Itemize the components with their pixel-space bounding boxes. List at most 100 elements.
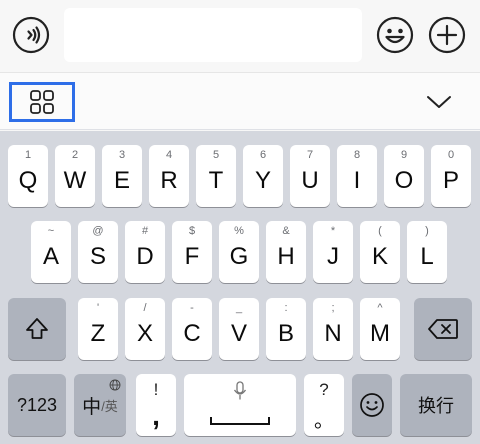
key-j[interactable]: * J [313, 221, 353, 283]
key-hint: / [143, 302, 147, 314]
microphone-icon [233, 381, 247, 400]
keyboard-toolbar [0, 72, 480, 130]
key-letter: P [442, 167, 459, 194]
key-h[interactable]: & H [266, 221, 306, 283]
key-g[interactable]: % G [219, 221, 259, 283]
key-m[interactable]: ^ M [360, 298, 400, 360]
key-r[interactable]: 4R [149, 145, 189, 207]
key-letter: L [420, 243, 434, 270]
key-hint: 6 [259, 149, 267, 161]
punct2-top-label: ? [319, 380, 329, 399]
key-letter: B [277, 320, 294, 347]
key-e[interactable]: 3E [102, 145, 142, 207]
punctuation-key[interactable]: ! , [136, 374, 176, 436]
emoji-button[interactable] [376, 16, 414, 54]
key-letter: E [113, 167, 130, 194]
key-letter: W [63, 167, 87, 194]
key-letter: M [370, 320, 390, 347]
plus-button[interactable] [428, 16, 466, 54]
key-l[interactable]: ) L [407, 221, 447, 283]
backspace-key[interactable] [414, 298, 472, 360]
shift-key[interactable] [8, 298, 66, 360]
key-hint: 9 [400, 149, 408, 161]
key-hint: $ [188, 225, 196, 237]
key-v[interactable]: _ V [219, 298, 259, 360]
input-bar [0, 0, 480, 72]
key-letter: V [230, 320, 247, 347]
key-letter: X [136, 320, 153, 347]
key-hint: ~ [47, 225, 55, 237]
key-u[interactable]: 7U [290, 145, 330, 207]
language-switch-key[interactable]: 中/英 [74, 374, 126, 436]
key-letter: I [353, 167, 361, 194]
key-hint: @ [92, 225, 104, 237]
key-hint: - [190, 302, 194, 314]
key-hint: & [282, 225, 290, 237]
key-b[interactable]: :B [266, 298, 306, 360]
message-input[interactable] [64, 8, 362, 62]
collapse-keyboard-button[interactable] [422, 89, 456, 115]
key-letter: Y [254, 167, 271, 194]
punct2-bottom-label: 。 [314, 410, 334, 432]
key-hint: 7 [306, 149, 314, 161]
keyboard: 1Q 2W 3E 4R 5T 6Y 7U 8I 9O 0P ~ A @ S # D $… [0, 131, 480, 444]
space-key[interactable] [184, 374, 296, 436]
plus-icon [428, 16, 466, 54]
key-p[interactable]: 0P [431, 145, 471, 207]
symbols-key[interactable]: ?123 [8, 374, 66, 436]
key-c[interactable]: -C [172, 298, 212, 360]
key-i[interactable]: 8I [337, 145, 377, 207]
key-letter: U [301, 167, 319, 194]
smiley-icon [376, 16, 414, 54]
shift-icon [26, 318, 48, 339]
key-hint: 3 [118, 149, 126, 161]
key-letter: H [277, 243, 295, 270]
key-hint: 5 [212, 149, 220, 161]
key-hint: ^ [377, 302, 383, 314]
lang-main-label: 中 [82, 396, 102, 418]
key-hint: 0 [447, 149, 455, 161]
key-f[interactable]: $ F [172, 221, 212, 283]
key-z[interactable]: ' Z [78, 298, 118, 360]
key-hint: ) [425, 225, 429, 237]
key-letter: Q [18, 167, 38, 194]
key-hint: ; [331, 302, 335, 314]
key-hint: 8 [353, 149, 361, 161]
space-bar-icon [210, 417, 270, 425]
return-key[interactable]: 换行 [400, 374, 472, 436]
voice-input-button[interactable] [12, 16, 50, 54]
key-hint: % [234, 225, 244, 237]
key-hint: : [284, 302, 288, 314]
key-letter: Z [90, 320, 106, 347]
symbols-label: ?123 [16, 394, 58, 415]
key-w[interactable]: 2W [55, 145, 95, 207]
key-n[interactable]: ; N [313, 298, 353, 360]
key-letter: A [42, 243, 59, 270]
lang-alt-label: /英 [101, 398, 118, 414]
punct-bottom-label: , [152, 400, 160, 431]
key-d[interactable]: # D [125, 221, 165, 283]
key-letter: T [208, 167, 224, 194]
key-t[interactable]: 5T [196, 145, 236, 207]
voice-icon [12, 16, 50, 54]
key-hint: # [141, 225, 149, 237]
backspace-icon [428, 319, 458, 339]
key-hint: ( [378, 225, 382, 237]
key-s[interactable]: @ S [78, 221, 118, 283]
key-a[interactable]: ~ A [31, 221, 71, 283]
key-hint: 2 [71, 149, 79, 161]
key-x[interactable]: / X [125, 298, 165, 360]
punctuation-key-2[interactable]: ? 。 [304, 374, 344, 436]
key-o[interactable]: 9O [384, 145, 424, 207]
key-k[interactable]: (K [360, 221, 400, 283]
key-hint: ' [96, 302, 100, 314]
key-letter: S [89, 243, 106, 270]
key-q[interactable]: 1Q [8, 145, 48, 207]
return-label: 换行 [418, 396, 454, 416]
emoji-key[interactable] [352, 374, 392, 436]
key-hint: 4 [165, 149, 173, 161]
grid-icon [30, 90, 54, 114]
key-y[interactable]: 6Y [243, 145, 283, 207]
key-letter: D [136, 243, 154, 270]
apps-grid-button[interactable] [9, 82, 75, 122]
